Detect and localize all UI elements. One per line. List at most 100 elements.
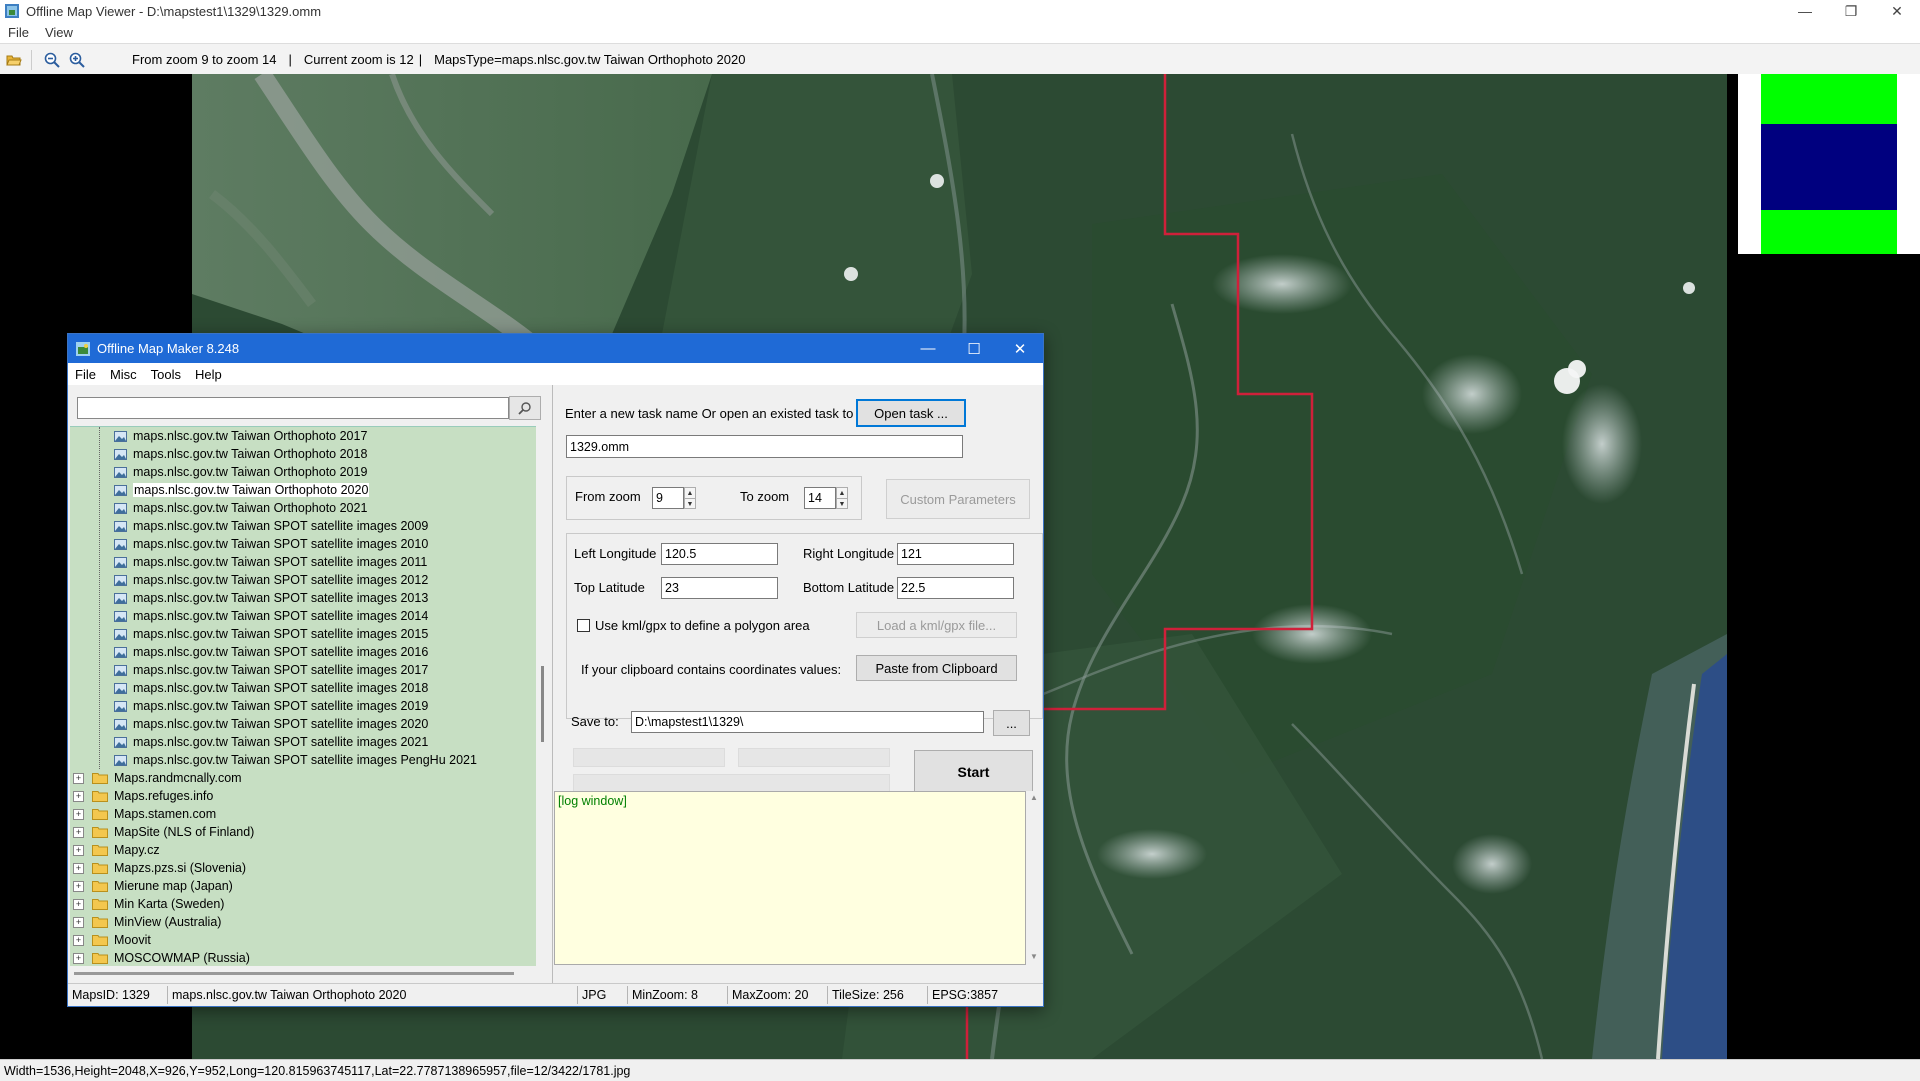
close-button[interactable]: ✕ (1874, 0, 1920, 22)
tree-item-map-source[interactable]: maps.nlsc.gov.tw Taiwan SPOT satellite i… (114, 751, 477, 769)
tree-folder[interactable]: Mapy.cz (92, 841, 160, 859)
scroll-up-icon[interactable]: ▲ (1030, 793, 1038, 802)
tree-expand-icon[interactable]: + (73, 845, 84, 856)
from-zoom-input[interactable]: 9 (652, 487, 684, 509)
top-latitude-input[interactable]: 23 (661, 577, 778, 599)
tree-folder-label: Mapy.cz (114, 843, 160, 857)
tree-expand-icon[interactable]: + (73, 773, 84, 784)
start-button[interactable]: Start (914, 750, 1033, 793)
tree-item-map-source[interactable]: maps.nlsc.gov.tw Taiwan SPOT satellite i… (114, 607, 428, 625)
dialog-menu-tools[interactable]: Tools (144, 367, 188, 382)
load-kml-button[interactable]: Load a kml/gpx file... (856, 612, 1017, 638)
clipboard-label: If your clipboard contains coordinates v… (581, 662, 842, 677)
tree-item-map-source[interactable]: maps.nlsc.gov.tw Taiwan SPOT satellite i… (114, 715, 428, 733)
spin-up-icon[interactable]: ▲ (837, 488, 847, 499)
paste-from-clipboard-button[interactable]: Paste from Clipboard (856, 655, 1017, 681)
tree-expand-icon[interactable]: + (73, 935, 84, 946)
log-scrollbar[interactable]: ▲ ▼ (1026, 791, 1042, 963)
tree-vertical-scrollbar[interactable] (536, 426, 550, 966)
tree-expand-icon[interactable]: + (73, 791, 84, 802)
tree-item-map-source[interactable]: maps.nlsc.gov.tw Taiwan SPOT satellite i… (114, 571, 428, 589)
tree-item-map-source[interactable]: maps.nlsc.gov.tw Taiwan SPOT satellite i… (114, 589, 428, 607)
minimap[interactable] (1738, 74, 1920, 254)
tree-expand-icon[interactable]: + (73, 863, 84, 874)
tree-folder[interactable]: MinView (Australia) (92, 913, 221, 931)
tree-item-map-source[interactable]: maps.nlsc.gov.tw Taiwan Orthophoto 2019 (114, 463, 367, 481)
tile-size-cell: TileSize: 256 (828, 986, 928, 1004)
tree-expand-icon[interactable]: + (73, 881, 84, 892)
scroll-thumb[interactable] (74, 972, 514, 975)
tree-horizontal-scrollbar[interactable] (70, 966, 536, 980)
tree-folder[interactable]: Maps.randmcnally.com (92, 769, 242, 787)
tree-folder[interactable]: Maps.stamen.com (92, 805, 216, 823)
dialog-titlebar[interactable]: Offline Map Maker 8.248 — ☐ ✕ (68, 334, 1043, 363)
menu-file[interactable]: File (0, 25, 37, 40)
tree-folder[interactable]: Mierune map (Japan) (92, 877, 233, 895)
tree-item-map-source[interactable]: maps.nlsc.gov.tw Taiwan SPOT satellite i… (114, 535, 428, 553)
tree-item-map-source[interactable]: maps.nlsc.gov.tw Taiwan Orthophoto 2021 (114, 499, 367, 517)
app-icon (5, 4, 19, 18)
log-window[interactable]: [log window] (554, 791, 1026, 965)
browse-button[interactable]: ... (993, 710, 1030, 736)
scroll-down-icon[interactable]: ▼ (1030, 952, 1038, 961)
to-zoom-stepper[interactable]: ▲ ▼ (836, 487, 848, 509)
tree-folder[interactable]: Min Karta (Sweden) (92, 895, 224, 913)
scroll-thumb[interactable] (541, 666, 544, 742)
open-folder-button[interactable] (3, 49, 25, 71)
tree-item-map-source[interactable]: maps.nlsc.gov.tw Taiwan SPOT satellite i… (114, 679, 428, 697)
tree-expand-icon[interactable]: + (73, 899, 84, 910)
dialog-menu-file[interactable]: File (68, 367, 103, 382)
task-name-field[interactable]: 1329.omm (566, 435, 963, 458)
zoom-in-button[interactable] (66, 49, 88, 71)
app-titlebar: Offline Map Viewer - D:\mapstest1\1329\1… (0, 0, 1920, 22)
search-input[interactable] (77, 397, 509, 419)
spin-up-icon[interactable]: ▲ (685, 488, 695, 499)
restore-button[interactable]: ❐ (1828, 0, 1874, 22)
zoom-out-button[interactable] (41, 49, 63, 71)
tree-item-map-source[interactable]: maps.nlsc.gov.tw Taiwan SPOT satellite i… (114, 625, 428, 643)
dialog-maximize-button[interactable]: ☐ (951, 334, 997, 363)
right-longitude-input[interactable]: 121 (897, 543, 1014, 565)
minimize-button[interactable]: — (1782, 0, 1828, 22)
dialog-close-button[interactable]: ✕ (997, 334, 1043, 363)
tree-folder[interactable]: Maps.refuges.info (92, 787, 213, 805)
tree-folder[interactable]: Mapzs.pzs.si (Slovenia) (92, 859, 246, 877)
custom-parameters-button[interactable]: Custom Parameters (886, 479, 1030, 519)
folder-icon (92, 899, 108, 910)
search-button[interactable] (509, 396, 541, 420)
map-source-tree[interactable]: maps.nlsc.gov.tw Taiwan Orthophoto 2017 m… (70, 426, 536, 967)
tree-item-map-source[interactable]: maps.nlsc.gov.tw Taiwan Orthophoto 2018 (114, 445, 367, 463)
bottom-latitude-input[interactable]: 22.5 (897, 577, 1014, 599)
dialog-menu-misc[interactable]: Misc (103, 367, 144, 382)
tree-folder[interactable]: MapSite (NLS of Finland) (92, 823, 254, 841)
tree-expand-icon[interactable]: + (73, 827, 84, 838)
open-task-button[interactable]: Open task ... (856, 399, 966, 427)
tree-item-map-source[interactable]: maps.nlsc.gov.tw Taiwan SPOT satellite i… (114, 661, 428, 679)
tree-item-map-source[interactable]: maps.nlsc.gov.tw Taiwan SPOT satellite i… (114, 553, 427, 571)
tree-folder[interactable]: MOSCOWMAP (Russia) (92, 949, 250, 967)
dialog-menu-help[interactable]: Help (188, 367, 229, 382)
tree-item-map-source[interactable]: maps.nlsc.gov.tw Taiwan Orthophoto 2020 (114, 481, 370, 499)
min-zoom-cell: MinZoom: 8 (628, 986, 728, 1004)
tree-folder-label: Mierune map (Japan) (114, 879, 233, 893)
menu-view[interactable]: View (37, 25, 81, 40)
tree-expand-icon[interactable]: + (73, 809, 84, 820)
to-zoom-input[interactable]: 14 (804, 487, 836, 509)
dialog-minimize-button[interactable]: — (905, 334, 951, 363)
spin-down-icon[interactable]: ▼ (837, 499, 847, 509)
tree-item-label: maps.nlsc.gov.tw Taiwan SPOT satellite i… (133, 681, 429, 695)
tree-folder[interactable]: Moovit (92, 931, 151, 949)
save-path-field[interactable]: D:\mapstest1\1329\ (631, 711, 984, 733)
kml-polygon-checkbox[interactable] (577, 619, 590, 632)
tree-item-label: maps.nlsc.gov.tw Taiwan SPOT satellite i… (133, 591, 429, 605)
tree-item-map-source[interactable]: maps.nlsc.gov.tw Taiwan Orthophoto 2017 (114, 427, 367, 445)
tree-item-map-source[interactable]: maps.nlsc.gov.tw Taiwan SPOT satellite i… (114, 697, 428, 715)
tree-expand-icon[interactable]: + (73, 917, 84, 928)
tree-item-map-source[interactable]: maps.nlsc.gov.tw Taiwan SPOT satellite i… (114, 517, 428, 535)
from-zoom-stepper[interactable]: ▲ ▼ (684, 487, 696, 509)
left-longitude-input[interactable]: 120.5 (661, 543, 778, 565)
tree-expand-icon[interactable]: + (73, 953, 84, 964)
tree-item-map-source[interactable]: maps.nlsc.gov.tw Taiwan SPOT satellite i… (114, 733, 428, 751)
spin-down-icon[interactable]: ▼ (685, 499, 695, 509)
tree-item-map-source[interactable]: maps.nlsc.gov.tw Taiwan SPOT satellite i… (114, 643, 428, 661)
